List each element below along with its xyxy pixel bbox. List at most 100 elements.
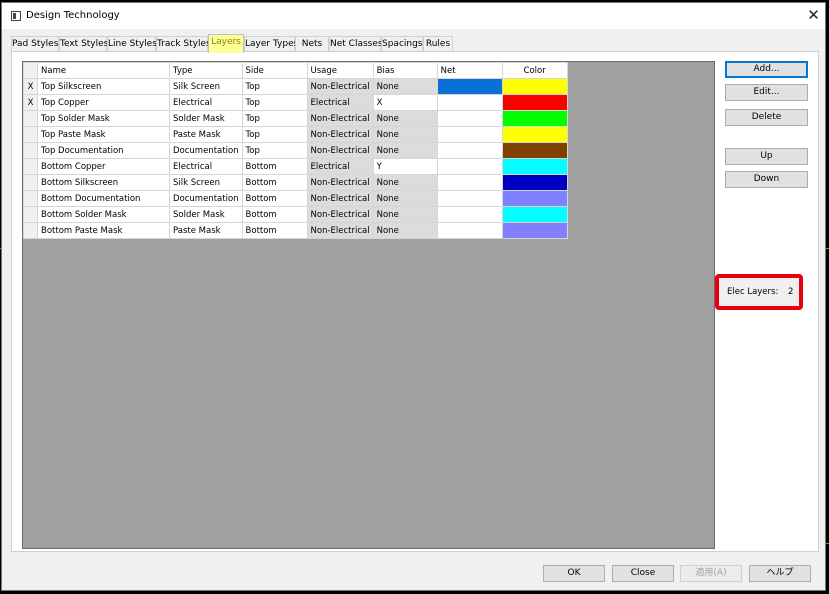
close-icon[interactable]: ✕ (805, 6, 822, 25)
table-row[interactable]: Bottom Documentation Documentation Bottom N… (23, 190, 568, 207)
column-header-type[interactable]: Type (169, 62, 243, 79)
cell-side[interactable]: Bottom (241, 158, 308, 175)
tab-line-styles[interactable]: Line Styles (107, 36, 157, 52)
tab-rules[interactable]: Rules (423, 36, 453, 52)
cell-usage[interactable]: Non-Electrical (306, 206, 374, 223)
tab-pad-styles[interactable]: Pad Styles (11, 36, 59, 52)
row-selector[interactable] (23, 222, 38, 239)
table-row[interactable]: Bottom Copper Electrical Bottom Electrical Y (23, 158, 568, 175)
row-selector[interactable]: X (23, 94, 38, 111)
table-row[interactable]: X Top Silkscreen Silk Screen Top Non-Electri… (23, 78, 568, 95)
down-button[interactable]: Down (725, 171, 808, 188)
cell-name[interactable]: Bottom Copper (37, 158, 170, 175)
cell-name[interactable]: Top Paste Mask (37, 126, 170, 143)
row-selector[interactable] (23, 110, 38, 127)
row-selector[interactable]: X (23, 78, 38, 95)
cell-color-swatch[interactable] (501, 142, 568, 159)
cell-name[interactable]: Bottom Documentation (37, 190, 170, 207)
cell-side[interactable]: Top (241, 110, 308, 127)
cell-name[interactable]: Top Copper (37, 94, 170, 111)
cell-type[interactable]: Silk Screen (169, 174, 243, 191)
cell-type[interactable]: Electrical (169, 158, 243, 175)
cell-type[interactable]: Electrical (169, 94, 243, 111)
cell-bias[interactable]: Y (372, 158, 438, 175)
column-header-net[interactable]: Net (436, 62, 503, 79)
cell-net[interactable] (436, 190, 503, 207)
title-bar[interactable]: Design Technology ✕ (2, 3, 825, 29)
cell-usage[interactable]: Non-Electrical (306, 110, 374, 127)
tab-layers[interactable]: Layers (208, 34, 244, 53)
cell-type[interactable]: Documentation (169, 142, 243, 159)
table-row[interactable]: Bottom Silkscreen Silk Screen Bottom Non-El… (23, 174, 568, 191)
layers-grid[interactable]: Name Type Side Usage Bias Net Color X Top… (22, 61, 715, 549)
cell-color-swatch[interactable] (501, 158, 568, 175)
cell-side[interactable]: Top (241, 142, 308, 159)
edit-button[interactable]: Edit... (725, 84, 808, 101)
cell-name[interactable]: Top Silkscreen (37, 78, 170, 95)
close-button[interactable]: Close (612, 565, 674, 582)
cell-side[interactable]: Bottom (241, 190, 308, 207)
table-row[interactable]: Top Documentation Documentation Top Non-Ele… (23, 142, 568, 159)
cell-type[interactable]: Paste Mask (169, 126, 243, 143)
row-selector[interactable] (23, 190, 38, 207)
column-header-bias[interactable]: Bias (372, 62, 438, 79)
cell-bias[interactable]: None (372, 142, 438, 159)
table-row[interactable]: X Top Copper Electrical Top Electrical X (23, 94, 568, 111)
cell-usage[interactable]: Non-Electrical (306, 78, 374, 95)
table-row[interactable]: Bottom Solder Mask Solder Mask Bottom Non-E… (23, 206, 568, 223)
cell-net[interactable] (436, 174, 503, 191)
row-selector[interactable] (23, 126, 38, 143)
cell-usage[interactable]: Electrical (306, 158, 374, 175)
cell-name[interactable]: Top Documentation (37, 142, 170, 159)
cell-bias[interactable]: X (372, 94, 438, 111)
cell-name[interactable]: Top Solder Mask (37, 110, 170, 127)
row-selector[interactable] (23, 158, 38, 175)
cell-bias[interactable]: None (372, 174, 438, 191)
apply-button[interactable]: 適用(A) (680, 565, 742, 582)
cell-color-swatch[interactable] (501, 206, 568, 223)
cell-color-swatch[interactable] (501, 94, 568, 111)
column-header-color[interactable]: Color (501, 62, 568, 79)
cell-net[interactable] (436, 110, 503, 127)
cell-color-swatch[interactable] (501, 126, 568, 143)
cell-type[interactable]: Silk Screen (169, 78, 243, 95)
tab-track-styles[interactable]: Track Styles (156, 36, 211, 52)
table-row[interactable]: Top Paste Mask Paste Mask Top Non-Electrica… (23, 126, 568, 143)
cell-color-swatch[interactable] (501, 78, 568, 95)
cell-net[interactable] (436, 158, 503, 175)
cell-side[interactable]: Bottom (241, 222, 308, 239)
cell-bias[interactable]: None (372, 206, 438, 223)
cell-net[interactable] (436, 206, 503, 223)
row-selector[interactable] (23, 142, 38, 159)
cell-net[interactable] (436, 78, 503, 95)
cell-name[interactable]: Bottom Silkscreen (37, 174, 170, 191)
cell-usage[interactable]: Non-Electrical (306, 142, 374, 159)
delete-button[interactable]: Delete (725, 109, 808, 126)
row-selector[interactable] (23, 206, 38, 223)
cell-net[interactable] (436, 94, 503, 111)
cell-usage[interactable]: Non-Electrical (306, 126, 374, 143)
column-header-side[interactable]: Side (241, 62, 308, 79)
cell-color-swatch[interactable] (501, 222, 568, 239)
cell-type[interactable]: Solder Mask (169, 206, 243, 223)
tab-net-classes[interactable]: Net Classes (329, 36, 383, 52)
cell-name[interactable]: Bottom Solder Mask (37, 206, 170, 223)
table-row[interactable]: Top Solder Mask Solder Mask Top Non-Electri… (23, 110, 568, 127)
cell-usage[interactable]: Non-Electrical (306, 222, 374, 239)
cell-bias[interactable]: None (372, 110, 438, 127)
cell-side[interactable]: Bottom (241, 206, 308, 223)
row-selector[interactable] (23, 174, 38, 191)
cell-side[interactable]: Top (241, 126, 308, 143)
tab-text-styles[interactable]: Text Styles (59, 36, 108, 52)
tab-nets[interactable]: Nets (295, 36, 329, 52)
cell-usage[interactable]: Non-Electrical (306, 174, 374, 191)
cell-net[interactable] (436, 142, 503, 159)
tab-spacings[interactable]: Spacings (381, 36, 423, 52)
tab-layer-types[interactable]: Layer Types (244, 36, 298, 52)
cell-type[interactable]: Documentation (169, 190, 243, 207)
cell-side[interactable]: Top (241, 94, 308, 111)
cell-name[interactable]: Bottom Paste Mask (37, 222, 170, 239)
cell-bias[interactable]: None (372, 190, 438, 207)
cell-net[interactable] (436, 126, 503, 143)
cell-color-swatch[interactable] (501, 174, 568, 191)
